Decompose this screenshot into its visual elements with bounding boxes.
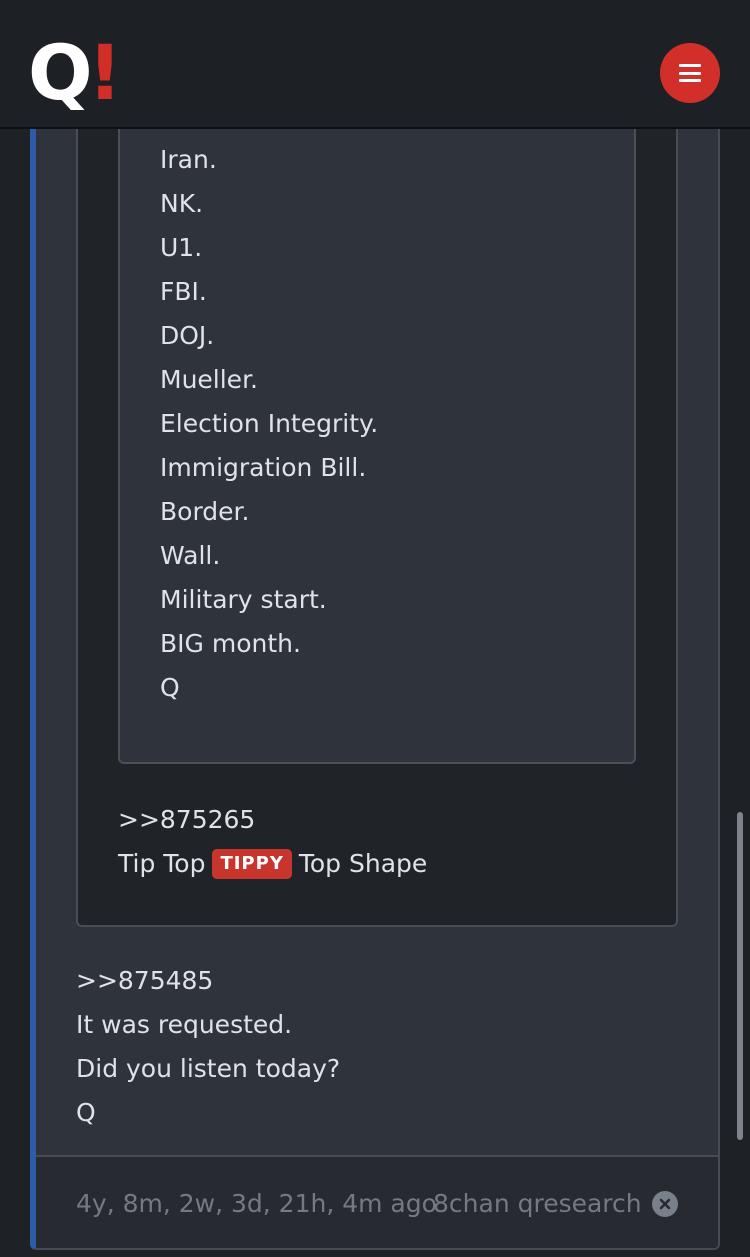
top-bar: Q ! <box>0 0 750 129</box>
post-body: >>875485 It was requested. Did you liste… <box>76 959 340 1135</box>
quote-line: BIG month. <box>160 629 301 658</box>
tip-text-after: Top Shape <box>298 849 428 878</box>
tip-text-before: Tip Top <box>118 849 206 878</box>
post-signature: Q <box>76 1098 96 1127</box>
post-reference-link[interactable]: >>875485 <box>76 959 340 1003</box>
quote-line: Wall. <box>160 541 221 570</box>
quote-line: U1. <box>160 233 203 262</box>
page: Tarmac. Iran. NK. U1. FBI. DOJ. Mueller.… <box>0 0 750 1257</box>
post-age: 4y, 8m, 2w, 3d, 21h, 4m ago <box>76 1189 437 1218</box>
post-line: It was requested. <box>76 1010 293 1039</box>
logo-letter: Q <box>28 28 93 117</box>
quote-line: Border. <box>160 497 250 526</box>
quote-line: Q <box>160 673 180 702</box>
quote-line: DOJ. <box>160 321 215 350</box>
quote-line: Iran. <box>160 145 217 174</box>
quote-line: Military start. <box>160 585 327 614</box>
hamburger-icon <box>679 64 701 82</box>
quote-line: Immigration Bill. <box>160 453 367 482</box>
post-reference-link[interactable]: >>875265 <box>118 798 255 842</box>
tippy-badge: TIPPY <box>212 849 292 879</box>
quoted-post: Tarmac. Iran. NK. U1. FBI. DOJ. Mueller.… <box>76 102 678 927</box>
q-logo[interactable]: Q ! <box>28 28 128 117</box>
quote-line: FBI. <box>160 277 207 306</box>
scrollbar[interactable] <box>737 812 743 1140</box>
menu-button[interactable] <box>660 43 720 103</box>
quote-line: Mueller. <box>160 365 258 394</box>
nested-quote-text: Tarmac. Iran. NK. U1. FBI. DOJ. Mueller.… <box>160 102 379 710</box>
post-source[interactable]: 8chan qresearch <box>433 1184 642 1224</box>
post-card: Tarmac. Iran. NK. U1. FBI. DOJ. Mueller.… <box>30 100 720 1250</box>
quote-line: NK. <box>160 189 204 218</box>
close-glyph <box>659 1198 671 1210</box>
nested-quote: Tarmac. Iran. NK. U1. FBI. DOJ. Mueller.… <box>118 102 636 764</box>
logo-mark: ! <box>87 28 123 117</box>
close-icon[interactable] <box>652 1191 678 1217</box>
quote-line: Election Integrity. <box>160 409 379 438</box>
tip-line: Tip Top TIPPY Top Shape <box>118 842 427 886</box>
post-line: Did you listen today? <box>76 1054 341 1083</box>
post-footer: 4y, 8m, 2w, 3d, 21h, 4m ago 8chan qresea… <box>36 1155 718 1248</box>
